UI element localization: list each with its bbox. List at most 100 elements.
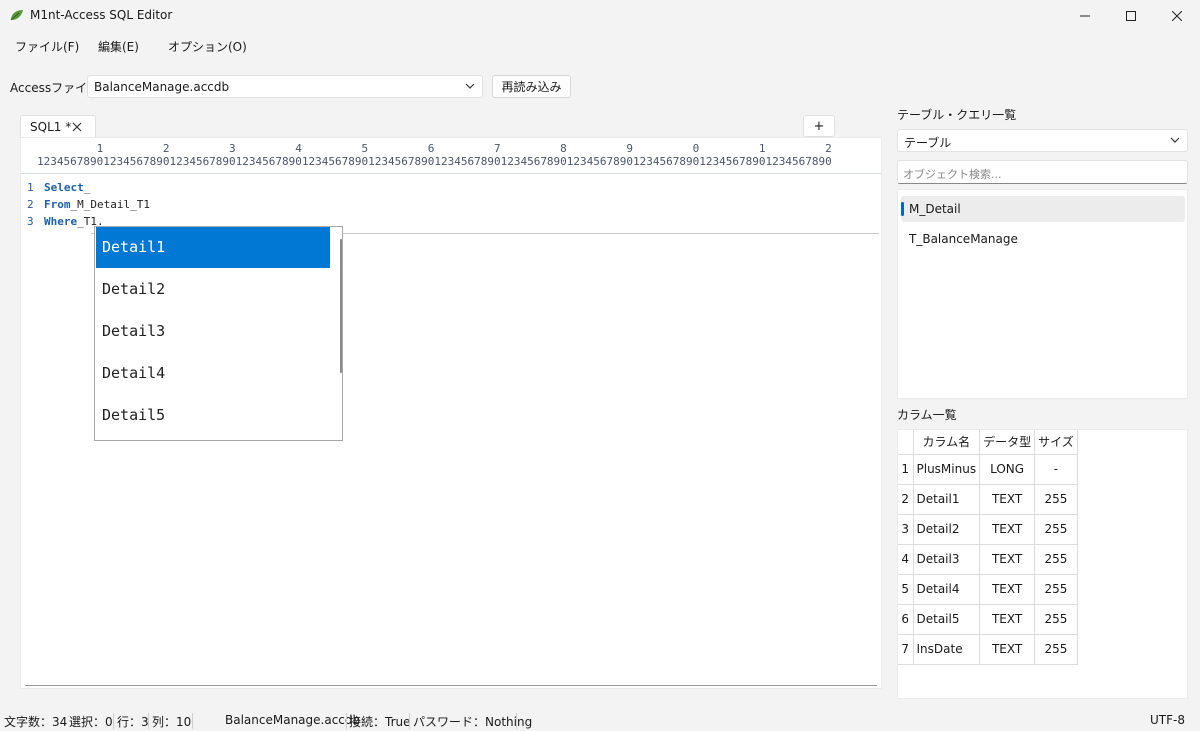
line-number: 3 xyxy=(27,215,34,228)
table-row[interactable]: 4 Detail3 TEXT 255 xyxy=(898,543,1078,575)
ruler-tens: 1 2 3 4 5 6 7 8 9 0 1 2 xyxy=(37,142,832,155)
selection-indicator xyxy=(901,202,904,216)
line-number: 1 xyxy=(27,181,34,194)
cell-name: Detail2 xyxy=(912,513,981,545)
code-line[interactable]: Select_ xyxy=(44,181,90,194)
status-separator xyxy=(516,713,517,729)
columns-grid: カラム名 データ型 サイズ 1 PlusMinus LONG - 2 Detai… xyxy=(897,429,1188,699)
sql-keyword: Where xyxy=(44,215,78,228)
access-file-label: Accessファイル xyxy=(10,81,100,95)
autocomplete-item[interactable]: Detail3 xyxy=(96,311,330,352)
cell-size: 255 xyxy=(1034,543,1078,575)
access-file-select[interactable]: BalanceManage.accdb xyxy=(87,75,483,98)
app-leaf-icon xyxy=(10,10,23,21)
cell-type: TEXT xyxy=(979,603,1036,635)
column-ruler: 1 2 3 4 5 6 7 8 9 0 1 2 1234567890123456… xyxy=(21,138,881,174)
cell-type: LONG xyxy=(979,453,1036,485)
cell-size: 255 xyxy=(1034,513,1078,545)
reload-button[interactable]: 再読み込み xyxy=(492,75,571,98)
cell-size: 255 xyxy=(1034,603,1078,635)
cell-name: InsDate xyxy=(912,633,981,665)
object-search-input[interactable]: オブジェクト検索... xyxy=(897,160,1188,184)
object-type-select[interactable]: テーブル xyxy=(897,129,1188,152)
cell-name: PlusMinus xyxy=(912,453,981,485)
autocomplete-scrollbar[interactable] xyxy=(340,239,342,373)
object-list: M_Detail T_BalanceManage xyxy=(897,189,1188,399)
maximize-button[interactable] xyxy=(1108,0,1154,32)
access-file-value: BalanceManage.accdb xyxy=(94,80,230,94)
object-item-label: T_BalanceManage xyxy=(909,232,1018,246)
object-item[interactable]: T_BalanceManage xyxy=(901,226,1185,252)
column-header[interactable]: データ型 xyxy=(979,430,1036,455)
table-row[interactable]: 7 InsDate TEXT 255 xyxy=(898,633,1078,665)
cell-size: 255 xyxy=(1034,483,1078,515)
editor-horizontal-scrollbar[interactable] xyxy=(25,685,877,686)
table-row[interactable]: 5 Detail4 TEXT 255 xyxy=(898,573,1078,605)
close-icon xyxy=(1172,11,1182,21)
cell-name: Detail3 xyxy=(912,543,981,575)
table-header-row: カラム名 データ型 サイズ xyxy=(898,430,1078,455)
add-tab-button[interactable]: + xyxy=(803,115,835,137)
cell-type: TEXT xyxy=(979,573,1036,605)
cell-name: Detail4 xyxy=(912,573,981,605)
menu-options[interactable]: オプション(O) xyxy=(168,38,247,55)
minimize-button[interactable] xyxy=(1062,0,1108,32)
table-row[interactable]: 6 Detail5 TEXT 255 xyxy=(898,603,1078,635)
ruler-ones: 1234567890123456789012345678901234567890… xyxy=(37,155,832,168)
cell-size: - xyxy=(1034,453,1078,485)
object-type-value: テーブル xyxy=(904,136,952,150)
status-connection: 接続：True xyxy=(349,715,411,729)
row-number: 7 xyxy=(898,633,914,665)
status-separator xyxy=(346,713,347,729)
minimize-icon xyxy=(1080,15,1090,17)
status-encoding: UTF-8 xyxy=(1150,713,1185,727)
cell-type: TEXT xyxy=(979,543,1036,575)
column-header[interactable]: サイズ xyxy=(1034,430,1078,455)
object-item-selected[interactable]: M_Detail xyxy=(901,196,1185,222)
row-number: 6 xyxy=(898,603,914,635)
line-number: 2 xyxy=(27,198,34,211)
row-number: 1 xyxy=(898,453,914,485)
autocomplete-item[interactable]: Detail5 xyxy=(96,395,330,436)
autocomplete-item[interactable]: Detail4 xyxy=(96,353,330,394)
object-search-placeholder: オブジェクト検索... xyxy=(903,168,1002,181)
status-selection: 選択：0 xyxy=(69,715,113,729)
row-number-header xyxy=(898,430,914,455)
status-separator xyxy=(192,713,193,729)
status-char-count: 文字数：34 xyxy=(4,715,68,729)
column-header[interactable]: カラム名 xyxy=(912,430,981,455)
status-bar: 文字数：34 選択：0 行：3 列：10 BalanceManage.accdb… xyxy=(0,711,1200,731)
close-button[interactable] xyxy=(1154,0,1200,32)
row-number: 2 xyxy=(898,483,914,515)
row-number: 3 xyxy=(898,513,914,545)
autocomplete-item[interactable]: Detail1 xyxy=(96,227,330,268)
chevron-down-icon xyxy=(1170,137,1180,143)
code-line[interactable]: From_M_Detail_T1 xyxy=(44,198,150,211)
cell-size: 255 xyxy=(1034,573,1078,605)
cell-size: 255 xyxy=(1034,633,1078,665)
table-row[interactable]: 1 PlusMinus LONG - xyxy=(898,453,1078,485)
tab-sql1[interactable]: SQL1 * xyxy=(20,115,96,138)
tab-sql1-label: SQL1 * xyxy=(30,120,72,134)
status-separator xyxy=(409,713,410,729)
cell-name: Detail5 xyxy=(912,603,981,635)
table-row[interactable]: 3 Detail2 TEXT 255 xyxy=(898,513,1078,545)
status-line: 行：3 xyxy=(117,715,149,729)
tab-close-icon[interactable] xyxy=(71,121,83,133)
menu-edit[interactable]: 編集(E) xyxy=(98,38,139,55)
row-number: 5 xyxy=(898,573,914,605)
autocomplete-popup[interactable]: Detail1 Detail2 Detail3 Detail4 Detail5 xyxy=(94,226,343,441)
status-file: BalanceManage.accdb xyxy=(225,713,361,727)
menu-file[interactable]: ファイル(F) xyxy=(15,38,79,55)
code-text: _ xyxy=(83,181,91,194)
autocomplete-item[interactable]: Detail2 xyxy=(96,269,330,310)
cell-type: TEXT xyxy=(979,513,1036,545)
row-number: 4 xyxy=(898,543,914,575)
cell-type: TEXT xyxy=(979,483,1036,515)
columns-table: カラム名 データ型 サイズ 1 PlusMinus LONG - 2 Detai… xyxy=(898,430,1078,665)
title-bar: M1nt-Access SQL Editor xyxy=(0,0,1200,32)
columns-panel-title: カラム一覧 xyxy=(897,408,957,422)
table-row[interactable]: 2 Detail1 TEXT 255 xyxy=(898,483,1078,515)
chevron-down-icon xyxy=(465,83,475,89)
status-separator xyxy=(113,713,114,729)
